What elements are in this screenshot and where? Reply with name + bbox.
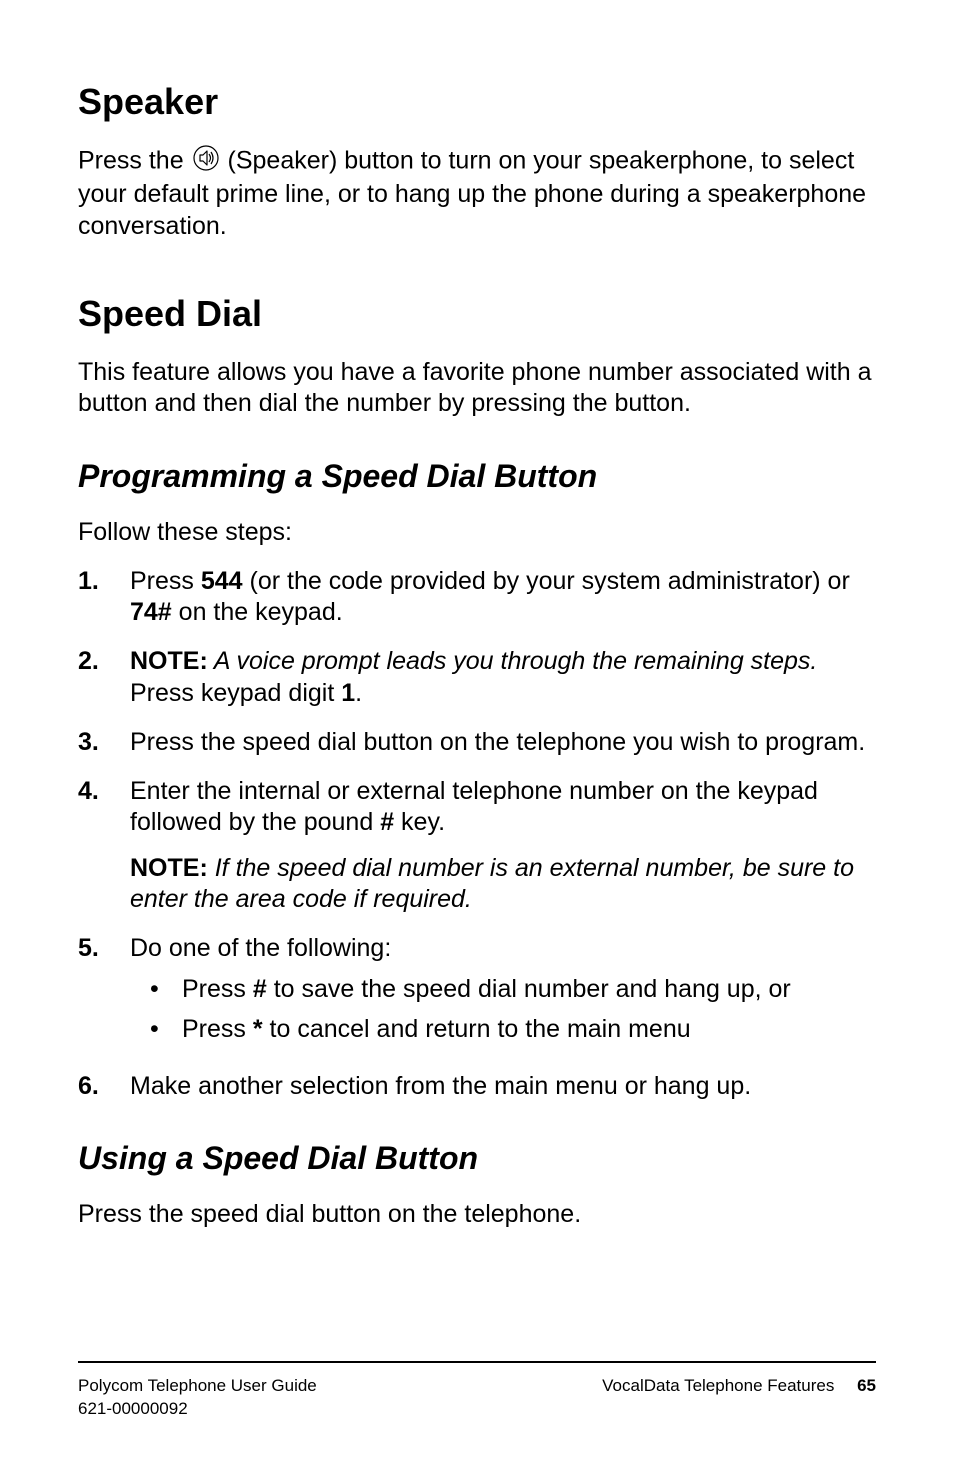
footer-left-line1: Polycom Telephone User Guide <box>78 1376 317 1395</box>
speaker-paragraph: Press the (Speaker) button to turn on yo… <box>78 145 876 242</box>
subsection-heading-using: Using a Speed Dial Button <box>78 1140 876 1177</box>
using-body: Press the speed dial button on the telep… <box>78 1199 876 1230</box>
step-number: 4. <box>78 776 130 915</box>
footer-right-label: VocalData Telephone Features <box>602 1376 834 1395</box>
text-run: Press <box>182 1015 253 1043</box>
footer-page-number: 65 <box>857 1376 876 1395</box>
subsection-heading-programming: Programming a Speed Dial Button <box>78 458 876 495</box>
footer-right: VocalData Telephone Features 65 <box>602 1375 876 1421</box>
text-run: to save the speed dial number and hang u… <box>267 975 791 1003</box>
programming-lead: Follow these steps: <box>78 517 876 548</box>
text-run: 1 <box>341 679 355 707</box>
text-run: 74# <box>130 598 172 626</box>
text-run: Press <box>130 567 201 595</box>
footer-left-line2: 621-00000092 <box>78 1399 188 1418</box>
step-number: 6. <box>78 1071 130 1102</box>
text-run: NOTE: <box>130 647 208 675</box>
footer-left: Polycom Telephone User Guide 621-0000009… <box>78 1375 317 1421</box>
step-number: 2. <box>78 646 130 709</box>
step-item: 2.NOTE: A voice prompt leads you through… <box>78 646 876 709</box>
step-body: Press 544 (or the code provided by your … <box>130 566 876 629</box>
speaker-icon <box>193 145 219 179</box>
step-number: 5. <box>78 933 130 1053</box>
page-footer: Polycom Telephone User Guide 621-0000009… <box>78 1361 876 1421</box>
footer-rule <box>78 1361 876 1363</box>
text-run: (or the code provided by your system adm… <box>243 567 850 595</box>
speed-dial-intro: This feature allows you have a favorite … <box>78 357 876 420</box>
text-run: Make another selection from the main men… <box>130 1072 751 1100</box>
text-run: on the keypad. <box>172 598 343 626</box>
bullet-dot: • <box>130 1014 182 1045</box>
step-bullets: •Press # to save the speed dial number a… <box>130 974 876 1045</box>
bullet-text: Press # to save the speed dial number an… <box>182 974 791 1005</box>
text-run: # <box>253 975 267 1003</box>
step-number: 1. <box>78 566 130 629</box>
text-run: Press <box>182 975 253 1003</box>
step-text: Make another selection from the main men… <box>130 1071 876 1102</box>
step-text: NOTE: A voice prompt leads you through t… <box>130 646 876 709</box>
text-run: to cancel and return to the main menu <box>263 1015 691 1043</box>
text-run: NOTE: <box>130 854 208 882</box>
text-run: Enter the internal or external telephone… <box>130 777 818 836</box>
step-body: NOTE: A voice prompt leads you through t… <box>130 646 876 709</box>
step-body: Make another selection from the main men… <box>130 1071 876 1102</box>
programming-steps-list: 1.Press 544 (or the code provided by you… <box>78 566 876 1102</box>
text-run: # <box>380 808 394 836</box>
step-item: 4.Enter the internal or external telepho… <box>78 776 876 915</box>
step-item: 1.Press 544 (or the code provided by you… <box>78 566 876 629</box>
text-run: key. <box>394 808 445 836</box>
bullet-item: •Press # to save the speed dial number a… <box>130 974 876 1005</box>
section-heading-speaker: Speaker <box>78 80 876 123</box>
bullet-item: •Press * to cancel and return to the mai… <box>130 1014 876 1045</box>
speaker-para-prefix: Press the <box>78 147 191 175</box>
text-run: A voice prompt leads you through the rem… <box>208 647 818 675</box>
step-note: NOTE: If the speed dial number is an ext… <box>130 853 876 916</box>
text-run: . <box>355 679 362 707</box>
step-item: 3.Press the speed dial button on the tel… <box>78 727 876 758</box>
section-heading-speed-dial: Speed Dial <box>78 292 876 335</box>
text-run: If the speed dial number is an external … <box>130 854 854 913</box>
step-text: Do one of the following: <box>130 933 876 964</box>
step-text: Enter the internal or external telephone… <box>130 776 876 839</box>
step-body: Enter the internal or external telephone… <box>130 776 876 915</box>
step-body: Do one of the following: •Press # to save… <box>130 933 876 1053</box>
bullet-dot: • <box>130 974 182 1005</box>
step-text: Press 544 (or the code provided by your … <box>130 566 876 629</box>
text-run: Do one of the following: <box>130 934 391 962</box>
step-item: 6.Make another selection from the main m… <box>78 1071 876 1102</box>
step-body: Press the speed dial button on the telep… <box>130 727 876 758</box>
step-item: 5.Do one of the following: •Press # to sa… <box>78 933 876 1053</box>
step-number: 3. <box>78 727 130 758</box>
text-run: 544 <box>201 567 243 595</box>
text-run: Press keypad digit <box>130 679 341 707</box>
text-run: Press the speed dial button on the telep… <box>130 728 865 756</box>
text-run: * <box>253 1015 263 1043</box>
bullet-text: Press * to cancel and return to the main… <box>182 1014 691 1045</box>
step-text: Press the speed dial button on the telep… <box>130 727 876 758</box>
